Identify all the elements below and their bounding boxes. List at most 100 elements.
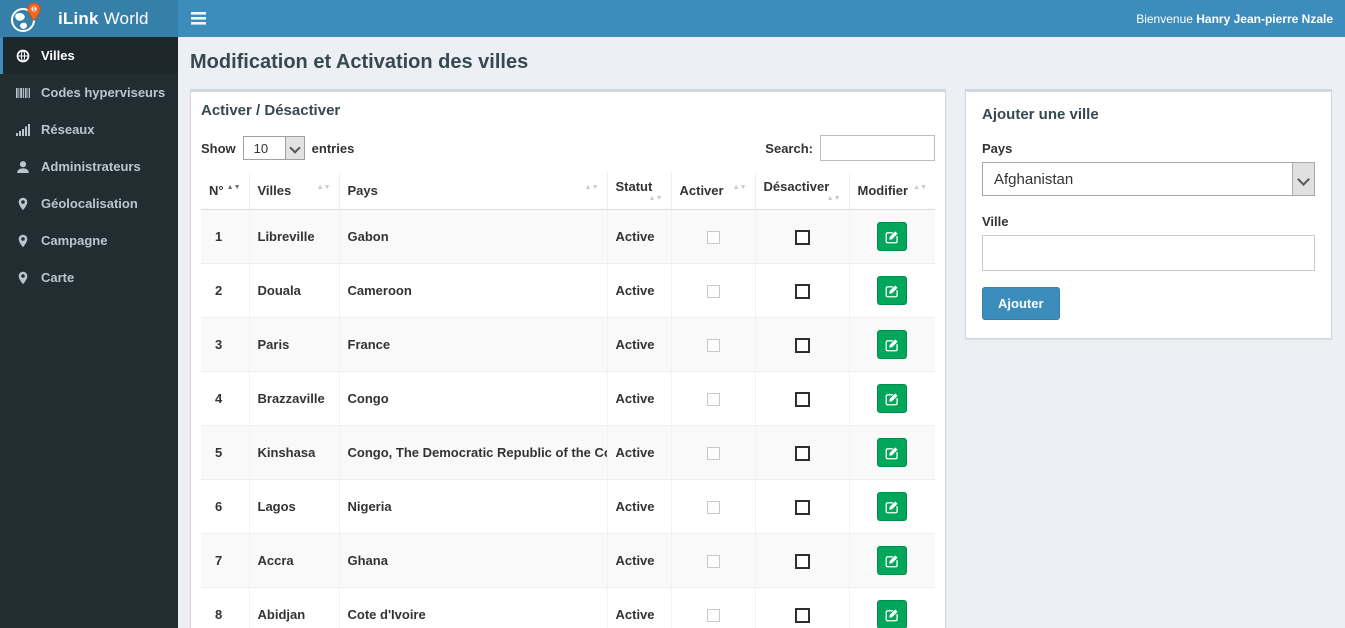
activer-checkbox — [706, 501, 720, 515]
cell-statut: Active — [606, 533, 671, 588]
desactiver-checkbox[interactable] — [794, 391, 810, 407]
modifier-button[interactable] — [877, 330, 908, 359]
search-input[interactable] — [820, 135, 935, 161]
sidebar-item-codes-hyperviseurs[interactable]: Codes hyperviseurs — [0, 74, 178, 111]
cell-ville: Lagos — [248, 479, 339, 534]
cell-statut: Active — [606, 479, 671, 534]
cell-numero: 5 — [201, 425, 249, 480]
sort-both-icon: ▲▼ — [584, 183, 599, 191]
column-header-statut[interactable]: Statut ▲▼ — [606, 173, 671, 210]
cell-pays: Cameroon — [338, 263, 607, 318]
desactiver-checkbox[interactable] — [794, 499, 810, 515]
cell-statut: Active — [606, 263, 671, 318]
top-bar: $ iLink World Bienvenue Hanry Jean-pierr… — [0, 0, 1345, 37]
table-row: 7 Accra Ghana Active — [201, 533, 935, 588]
search-label: Search: — [765, 140, 813, 156]
column-header-numero[interactable]: N° ▲▼ — [201, 173, 249, 210]
column-header-villes[interactable]: Villes ▲▼ — [248, 173, 339, 210]
sort-both-icon: ▲▼ — [913, 183, 927, 191]
cell-statut: Active — [606, 587, 671, 628]
navbar: Bienvenue Hanry Jean-pierre Nzale — [178, 0, 1345, 37]
page-length-select[interactable]: 10 — [242, 136, 305, 160]
cell-pays: Gabon — [338, 209, 607, 264]
sidebar-toggle-icon[interactable] — [191, 12, 206, 25]
sidebar-item-villes[interactable]: Villes — [0, 37, 178, 74]
cell-ville: Brazzaville — [248, 371, 339, 426]
modifier-button[interactable] — [877, 438, 908, 467]
table-row: 5 Kinshasa Congo, The Democratic Republi… — [201, 425, 935, 480]
cell-ville: Accra — [248, 533, 339, 588]
sort-both-icon: ▲▼ — [648, 195, 663, 202]
cell-numero: 4 — [201, 371, 249, 426]
map-marker-icon — [15, 271, 31, 285]
table-row: 4 Brazzaville Congo Active — [201, 371, 935, 426]
cell-numero: 2 — [201, 263, 249, 318]
pays-select-wrap: Afghanistan — [982, 162, 1315, 196]
column-header-activer[interactable]: Activer ▲▼ — [670, 173, 755, 210]
brand-name: iLink World — [58, 8, 149, 28]
desactiver-checkbox[interactable] — [794, 229, 810, 245]
cell-pays: Congo, The Democratic Republic of the Co… — [338, 425, 607, 480]
cell-ville: Douala — [248, 263, 339, 318]
cell-pays: France — [338, 317, 607, 372]
barcode-icon — [15, 86, 31, 100]
cell-ville: Libreville — [248, 209, 339, 264]
desactiver-checkbox[interactable] — [794, 337, 810, 353]
sidebar-item-campagne[interactable]: Campagne — [0, 222, 178, 259]
modifier-button[interactable] — [877, 276, 908, 305]
column-header-desactiver[interactable]: Désactiver ▲▼ — [754, 173, 849, 210]
modifier-button[interactable] — [877, 600, 908, 628]
modifier-button[interactable] — [877, 546, 908, 575]
desactiver-checkbox[interactable] — [794, 553, 810, 569]
sort-both-icon: ▲▼ — [732, 183, 747, 191]
table-panel-title: Activer / Désactiver — [201, 102, 341, 119]
desactiver-checkbox[interactable] — [794, 445, 810, 461]
sidebar-item-geolocalisation[interactable]: Géolocalisation — [0, 185, 178, 222]
cell-numero: 3 — [201, 317, 249, 372]
villes-table: N° ▲▼ Villes ▲▼ Pays ▲▼ Statut ▲▼ Activer ▲▼ … — [201, 173, 935, 628]
welcome-message[interactable]: Bienvenue Hanry Jean-pierre Nzale — [1136, 12, 1333, 26]
ajouter-button[interactable]: Ajouter — [982, 287, 1060, 320]
sidebar-item-reseaux[interactable]: Réseaux — [0, 111, 178, 148]
user-icon — [15, 160, 31, 174]
main-content: Modification et Activation des villes Ac… — [178, 37, 1345, 628]
table-header-row: N° ▲▼ Villes ▲▼ Pays ▲▼ Statut ▲▼ Activer ▲▼ … — [201, 173, 935, 210]
cell-numero: 7 — [201, 533, 249, 588]
cell-statut: Active — [606, 371, 671, 426]
modifier-button[interactable] — [877, 384, 908, 413]
desactiver-checkbox[interactable] — [794, 607, 810, 623]
sort-both-icon: ▲▼ — [826, 195, 841, 202]
cell-statut: Active — [606, 209, 671, 264]
app-logo[interactable]: $ iLink World — [0, 0, 178, 37]
column-header-pays[interactable]: Pays ▲▼ — [338, 173, 607, 210]
modifier-button[interactable] — [877, 492, 908, 521]
cell-pays: Congo — [338, 371, 607, 426]
activer-checkbox — [706, 285, 720, 299]
cell-pays: Ghana — [338, 533, 607, 588]
map-marker-icon — [15, 197, 31, 211]
cell-numero: 8 — [201, 587, 249, 628]
sidebar-item-administrateurs[interactable]: Administrateurs — [0, 148, 178, 185]
cell-ville: Paris — [248, 317, 339, 372]
desactiver-checkbox[interactable] — [794, 283, 810, 299]
modifier-button[interactable] — [877, 222, 908, 251]
activer-checkbox — [706, 231, 720, 245]
page-length-select-wrap: 10 — [242, 136, 305, 160]
page-title: Modification et Activation des villes — [190, 51, 529, 73]
ville-input[interactable] — [982, 235, 1315, 271]
map-marker-icon — [15, 234, 31, 248]
svg-text:$: $ — [33, 7, 36, 13]
activer-checkbox — [706, 339, 720, 353]
table-row: 8 Abidjan Cote d'Ivoire Active — [201, 587, 935, 628]
ville-label: Ville — [982, 214, 1009, 229]
cell-pays: Cote d'Ivoire — [338, 587, 607, 628]
show-label: Show — [201, 140, 236, 156]
table-row: 2 Douala Cameroon Active — [201, 263, 935, 318]
add-city-title: Ajouter une ville — [982, 106, 1099, 123]
pays-select[interactable]: Afghanistan — [982, 162, 1315, 196]
sidebar: Villes Codes hyperviseurs Réseaux Admini… — [0, 37, 178, 628]
activer-checkbox — [706, 447, 720, 461]
sidebar-item-carte[interactable]: Carte — [0, 259, 178, 296]
column-header-modifier[interactable]: Modifier ▲▼ — [848, 173, 935, 210]
sort-asc-icon: ▲▼ — [226, 183, 241, 191]
